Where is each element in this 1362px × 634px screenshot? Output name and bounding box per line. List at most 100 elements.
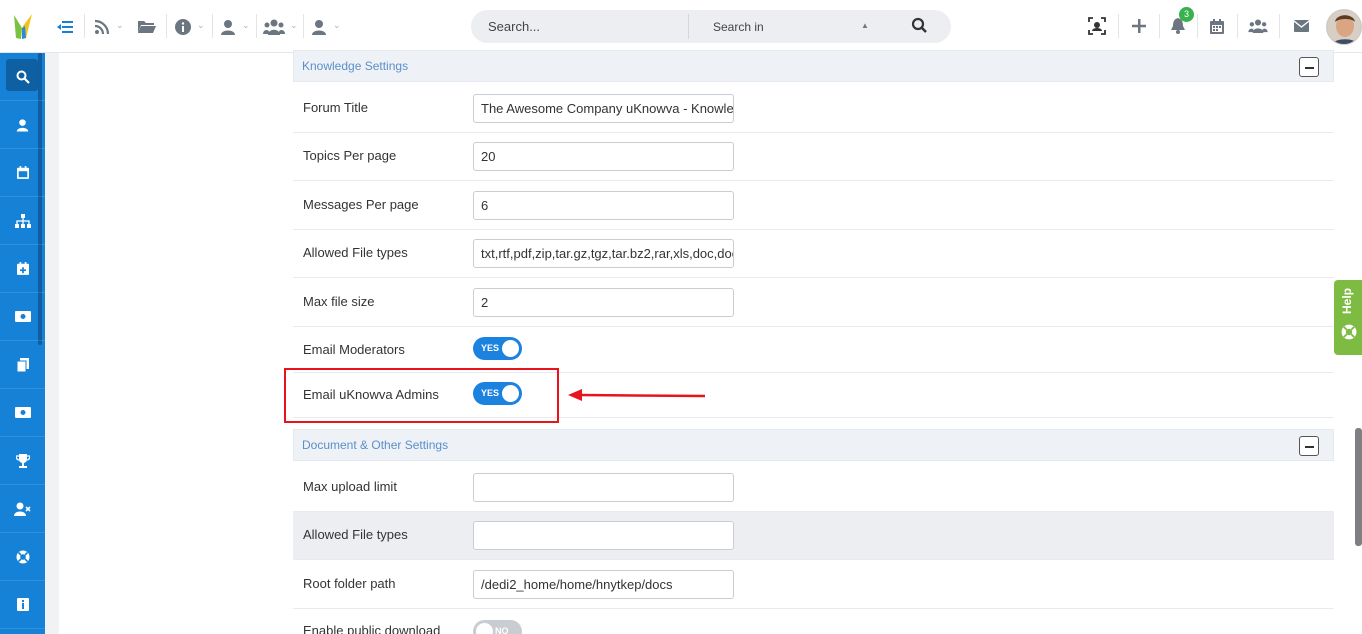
chevron-down-icon[interactable]: ⌄ (242, 20, 252, 30)
top-bar: ⌄ ⌄ ⌄ ⌄ ⌄ Search... Search in ▲ 3 (0, 0, 1362, 53)
sidebar-item-org-chart[interactable] (0, 197, 45, 245)
chevron-down-icon[interactable]: ⌄ (116, 20, 126, 30)
rss-feed-icon[interactable] (92, 17, 112, 37)
search-icon[interactable] (911, 17, 929, 35)
enable-public-download-toggle[interactable]: NO (473, 620, 522, 634)
field-label: Root folder path (303, 576, 396, 591)
collapse-button[interactable] (1299, 57, 1319, 77)
toolbar-divider (212, 14, 213, 38)
search-in-select[interactable]: Search in (713, 20, 764, 34)
toggle-label: NO (495, 626, 509, 634)
user-avatar[interactable] (1326, 9, 1362, 45)
calendar-icon (16, 166, 29, 179)
toggle-label: YES (481, 343, 500, 353)
sitemap-icon (14, 213, 31, 228)
folder-icon[interactable] (137, 17, 157, 37)
select-arrows-icon: ▲ (861, 21, 869, 30)
sidebar-item-support[interactable] (0, 533, 45, 581)
field-label: Topics Per page (303, 148, 397, 163)
field-label: Allowed File types (303, 245, 408, 260)
messages-per-page-input[interactable]: 6 (473, 191, 734, 220)
toolbar-divider (1159, 14, 1160, 38)
scan-face-icon[interactable] (1087, 16, 1107, 36)
email-moderators-row: Email Moderators YES (293, 327, 1334, 373)
allowed-file-types-input[interactable]: txt,rtf,pdf,zip,tar.gz,tgz,tar.bz2,rar,x… (473, 239, 734, 268)
info-icon[interactable] (173, 17, 193, 37)
toolbar-divider (166, 14, 167, 38)
field-label: Email Moderators (303, 342, 405, 357)
sidebar-item-payroll[interactable] (0, 293, 45, 341)
sidebar-item-profile[interactable] (0, 101, 45, 149)
global-search[interactable]: Search... Search in ▲ (471, 10, 951, 43)
allowed-file-types-row: Allowed File types txt,rtf,pdf,zip,tar.g… (293, 230, 1334, 278)
money-icon (14, 311, 31, 322)
notification-badge: 3 (1179, 7, 1194, 22)
sidebar-item-exit[interactable] (0, 485, 45, 533)
enable-public-download-row: Enable public download NO (293, 610, 1334, 634)
help-tab[interactable]: Help (1334, 280, 1362, 355)
add-icon[interactable] (1129, 16, 1149, 36)
field-label: Allowed File types (303, 527, 408, 542)
toolbar-divider (1237, 14, 1238, 38)
max-upload-limit-input[interactable] (473, 473, 734, 502)
toolbar-divider (1197, 14, 1198, 38)
app-logo[interactable] (12, 12, 34, 40)
toolbar-divider (1118, 14, 1119, 38)
sidebar-item-documents[interactable] (0, 341, 45, 389)
field-label: Forum Title (303, 100, 369, 115)
calendar-icon[interactable] (1207, 16, 1227, 36)
user-icon (16, 118, 29, 131)
sidebar-item-calendar[interactable] (0, 149, 45, 197)
sidebar-item-search[interactable] (0, 53, 45, 101)
user-icon[interactable] (218, 17, 238, 37)
search-icon (16, 70, 30, 84)
doc-allowed-file-types-row: Allowed File types (293, 512, 1334, 560)
page-scrollbar[interactable] (1355, 428, 1362, 546)
chevron-down-icon[interactable]: ⌄ (333, 20, 343, 30)
users-group-icon[interactable] (262, 17, 286, 37)
highlight-annotation (284, 368, 559, 423)
sidebar-item-leave[interactable] (0, 245, 45, 293)
toggle-knob (502, 340, 519, 357)
chevron-down-icon[interactable]: ⌄ (197, 20, 207, 30)
lifebuoy-icon (16, 550, 29, 563)
help-label: Help (1340, 288, 1354, 315)
max-upload-limit-row: Max upload limit (293, 464, 1334, 512)
document-settings-header: Document & Other Settings (293, 429, 1334, 461)
max-file-size-input[interactable]: 2 (473, 288, 734, 317)
forum-title-row: Forum Title The Awesome Company uKnowva … (293, 85, 1334, 133)
forum-title-input[interactable]: The Awesome Company uKnowva - Knowled (473, 94, 734, 123)
profile-icon[interactable] (309, 17, 329, 37)
arrow-annotation (568, 389, 706, 401)
doc-allowed-file-types-input[interactable] (473, 521, 734, 550)
root-folder-path-input[interactable]: /dedi2_home/home/hnytkep/docs (473, 570, 734, 599)
search-input[interactable]: Search... (488, 19, 540, 34)
sidebar-item-expenses[interactable] (0, 389, 45, 437)
trophy-icon (15, 453, 30, 468)
help-lifebuoy-icon (1341, 324, 1357, 340)
field-label: Max upload limit (303, 479, 397, 494)
topics-per-page-input[interactable]: 20 (473, 142, 734, 171)
mail-icon[interactable] (1291, 16, 1311, 36)
field-label: Messages Per page (303, 197, 419, 212)
sidebar-item-info[interactable] (0, 581, 45, 629)
documents-icon (16, 357, 29, 372)
knowledge-settings-header: Knowledge Settings (293, 50, 1334, 82)
root-folder-path-row: Root folder path /dedi2_home/home/hnytke… (293, 561, 1334, 609)
collapse-button[interactable] (1299, 436, 1319, 456)
topics-per-page-row: Topics Per page 20 (293, 133, 1334, 181)
user-remove-icon (14, 502, 31, 516)
toolbar-divider (303, 14, 304, 38)
email-moderators-toggle[interactable]: YES (473, 337, 522, 360)
toolbar-divider (256, 14, 257, 38)
field-label: Enable public download (303, 623, 441, 634)
field-label: Max file size (303, 294, 375, 309)
info-icon (16, 598, 29, 611)
toggle-knob (476, 623, 493, 634)
team-icon[interactable] (1247, 16, 1269, 36)
messages-per-page-row: Messages Per page 6 (293, 182, 1334, 230)
chevron-down-icon[interactable]: ⌄ (290, 20, 300, 30)
menu-toggle-icon[interactable] (55, 17, 75, 37)
money-icon (14, 407, 31, 418)
sidebar-item-awards[interactable] (0, 437, 45, 485)
